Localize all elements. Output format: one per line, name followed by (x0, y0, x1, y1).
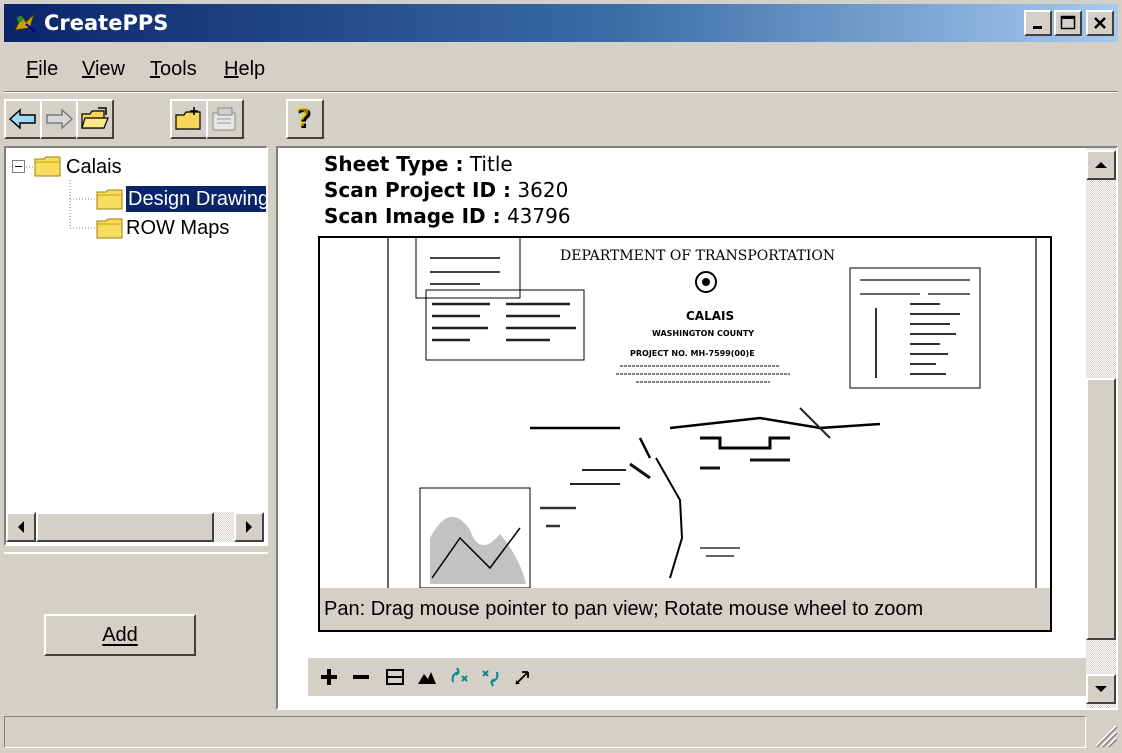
tree-node-calais[interactable]: Calais (66, 154, 122, 180)
sheet-type-line: Sheet Type : Title (324, 152, 513, 176)
add-button-label: Add (102, 623, 138, 646)
drawing-county: WASHINGTON COUNTY (652, 329, 754, 338)
menu-file-rest: ile (38, 58, 59, 80)
scroll-down-icon (1095, 686, 1107, 692)
forward-button[interactable] (40, 99, 78, 139)
createpps-window: CreatePPS File View Tools Help ?? Calais… (0, 0, 1122, 753)
scroll-up-icon (1095, 162, 1107, 168)
menu-file[interactable]: File (26, 52, 58, 86)
close-icon (1094, 17, 1106, 29)
fit-image-icon[interactable] (416, 666, 438, 688)
drawing-town: CALAIS (686, 309, 734, 323)
pan-hint-bar: Pan: Drag mouse pointer to pan view; Rot… (320, 588, 1050, 630)
toolbar-separator (4, 91, 1118, 93)
menu-help[interactable]: Help (224, 52, 265, 86)
title-bar[interactable]: CreatePPS (4, 4, 1118, 42)
back-button[interactable] (4, 99, 42, 139)
new-folder-icon (175, 107, 201, 130)
scroll-right-icon (246, 521, 252, 533)
maximize-button[interactable] (1054, 10, 1082, 36)
rotate-left-icon[interactable] (448, 666, 470, 688)
close-button[interactable] (1086, 10, 1114, 36)
tree-node-row-maps[interactable]: ROW Maps (126, 215, 229, 241)
pan-icon[interactable] (512, 666, 534, 688)
menu-view[interactable]: View (82, 52, 125, 86)
viewer-pane: Sheet Type : Title Scan Project ID : 362… (276, 146, 1118, 710)
back-arrow-icon (8, 108, 36, 130)
viewer-toolbar (308, 658, 1094, 696)
scan-image-value: 43796 (506, 204, 571, 228)
resize-grip-icon[interactable] (1090, 718, 1118, 748)
menu-tools[interactable]: Tools (150, 52, 197, 86)
folder-tree[interactable]: Calais Design Drawings ROW Maps (4, 146, 268, 546)
zoom-in-icon[interactable] (318, 666, 340, 688)
drawing-project: PROJECT NO. MH-7599(00)E (630, 349, 755, 358)
app-icon (14, 12, 36, 33)
scan-project-label: Scan Project ID : (324, 178, 512, 202)
help-button[interactable]: ?? (286, 99, 324, 139)
sheet-type-value: Title (469, 152, 513, 176)
scan-image-line: Scan Image ID : 43796 (324, 204, 571, 228)
rotate-right-icon[interactable] (480, 666, 502, 688)
tree-node-design-drawings[interactable]: Design Drawings (124, 185, 266, 213)
zoom-out-icon[interactable] (350, 666, 372, 688)
open-folder-button[interactable] (76, 99, 114, 139)
scroll-thumb[interactable] (1086, 378, 1116, 640)
new-folder-button[interactable] (170, 99, 208, 139)
tree-horizontal-scrollbar[interactable] (6, 512, 264, 542)
scroll-right-button[interactable] (234, 512, 264, 542)
sheet-type-label: Sheet Type : (324, 152, 464, 176)
folder-icon (34, 156, 61, 177)
scan-project-value: 3620 (517, 178, 569, 202)
viewer-vertical-scrollbar[interactable] (1086, 148, 1116, 708)
scroll-up-button[interactable] (1086, 150, 1116, 180)
maximize-icon (1060, 15, 1076, 30)
drawing-header: DEPARTMENT OF TRANSPORTATION (560, 248, 835, 264)
folder-icon (96, 218, 123, 239)
minimize-icon (1033, 26, 1042, 29)
open-folder-icon (81, 107, 109, 129)
scan-image-label: Scan Image ID : (324, 204, 501, 228)
drawing-image: DEPARTMENT OF TRANSPORTATION CALAIS WASH… (387, 238, 1037, 588)
scroll-left-icon (18, 521, 24, 533)
help-icon: ?? (295, 104, 312, 134)
folder-icon (96, 189, 123, 210)
minimize-button[interactable] (1024, 10, 1052, 36)
scanned-drawing-viewer[interactable]: DEPARTMENT OF TRANSPORTATION CALAIS WASH… (318, 236, 1052, 632)
scroll-down-button[interactable] (1086, 674, 1116, 704)
properties-button[interactable] (206, 99, 244, 139)
scroll-thumb[interactable] (36, 512, 214, 542)
window-title: CreatePPS (44, 11, 169, 35)
status-bar (4, 716, 1086, 748)
fit-window-icon[interactable] (384, 666, 406, 688)
scan-project-line: Scan Project ID : 3620 (324, 178, 568, 202)
svg-text:?: ? (295, 104, 310, 133)
properties-icon (212, 107, 236, 131)
add-button[interactable]: Add (44, 614, 196, 656)
scroll-left-button[interactable] (6, 512, 36, 542)
forward-arrow-icon (46, 108, 74, 130)
